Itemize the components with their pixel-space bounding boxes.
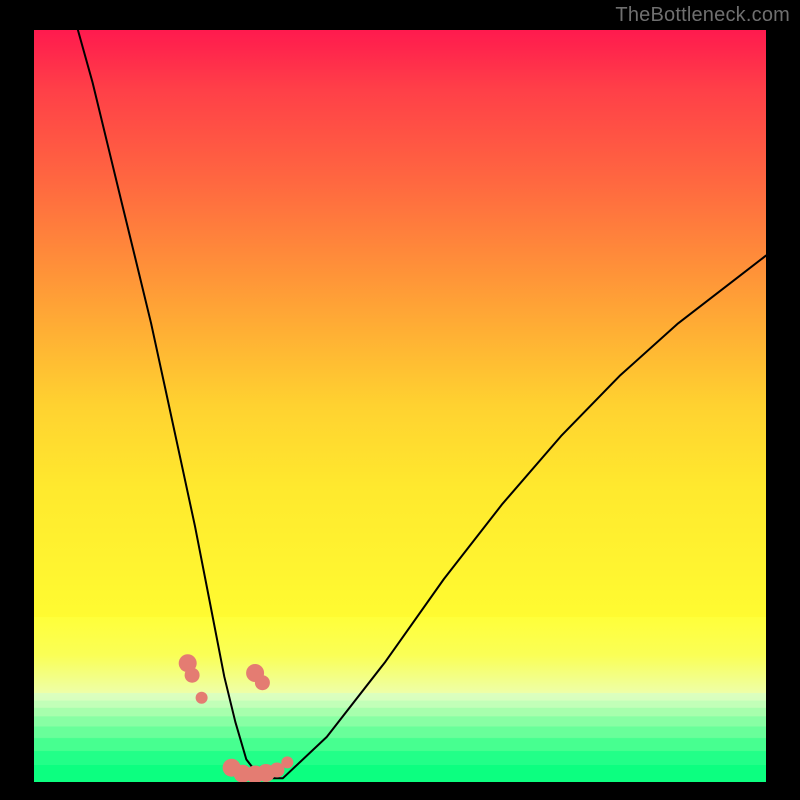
watermark-text: TheBottleneck.com [615, 4, 790, 27]
chart-frame: TheBottleneck.com [0, 0, 800, 800]
curve-marker [196, 692, 208, 704]
markers-group [179, 654, 294, 782]
curve-marker [281, 756, 293, 768]
curve-marker [185, 668, 200, 683]
curve-marker [255, 675, 270, 690]
curve-svg [34, 30, 766, 782]
plot-area [34, 30, 766, 782]
